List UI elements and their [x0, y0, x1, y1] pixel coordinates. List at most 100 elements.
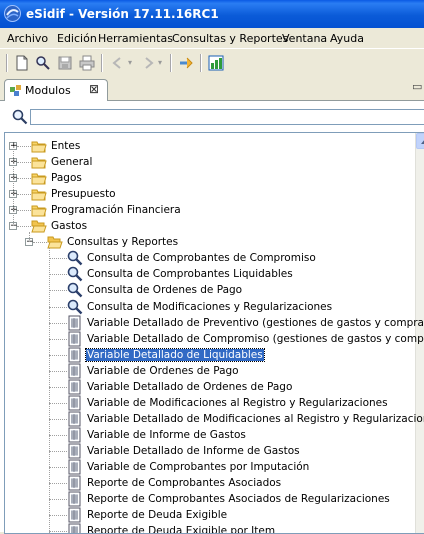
- tree-folder[interactable]: Consultas y Reportes: [66, 234, 179, 250]
- tree-connector: [49, 418, 67, 420]
- tree-item-label: Variable de Ordenes de Pago: [87, 364, 239, 377]
- tree-folder[interactable]: Gastos: [50, 218, 88, 234]
- tree-item[interactable]: Consulta de Ordenes de Pago: [86, 282, 243, 298]
- tree-item[interactable]: Variable Detallado de Compromiso (gestio…: [86, 331, 424, 347]
- tree-connector: [17, 210, 31, 212]
- save-icon[interactable]: [57, 55, 73, 71]
- tree-item[interactable]: Consulta de Comprobantes Liquidables: [86, 266, 294, 282]
- tree-connector: [49, 338, 67, 340]
- app-icon: [4, 5, 21, 22]
- tree-folder[interactable]: Presupuesto: [50, 186, 117, 202]
- tree-item[interactable]: Consulta de Modificaciones y Regularizac…: [86, 299, 333, 315]
- tree-item-label: Pagos: [51, 172, 82, 185]
- tree-folder[interactable]: Entes: [50, 138, 81, 154]
- tree-item-label: Variable Detallado de Liquidables: [85, 347, 265, 362]
- tree-item[interactable]: Variable de Informe de Gastos: [86, 427, 247, 443]
- toolbar-separator: [200, 54, 202, 72]
- tree-item-label: Variable de Informe de Gastos: [87, 428, 246, 441]
- report-icon: [67, 379, 83, 395]
- search-icon[interactable]: [35, 55, 51, 71]
- refresh-icon[interactable]: [178, 55, 194, 71]
- window-title: eSidif - Versión 17.11.16RC1: [26, 7, 219, 21]
- tree-item-label: Entes: [51, 140, 81, 152]
- menu-ventana[interactable]: Ventana: [282, 32, 327, 45]
- folder-icon: [31, 218, 47, 234]
- report-icon: [67, 459, 83, 475]
- tree-item-label: Variable Detallado de Modificaciones al …: [87, 412, 424, 425]
- tree-connector: [49, 402, 67, 404]
- report-icon: [67, 475, 83, 491]
- report-icon: [67, 427, 83, 443]
- menu-bar: Archivo Edición Herramientas Consultas y…: [0, 28, 424, 48]
- tree-item[interactable]: Reporte de Deuda Exigible por Item: [86, 523, 276, 534]
- tree-connector: [17, 194, 31, 196]
- tree-connector: [17, 178, 31, 180]
- report-icon: [67, 523, 83, 533]
- tree-item[interactable]: Variable Detallado de Preventivo (gestio…: [86, 315, 424, 331]
- tree-connector: [49, 306, 67, 308]
- scroll-up-button[interactable]: [416, 133, 424, 149]
- tree-connector: [13, 146, 14, 227]
- tree-connector: [33, 242, 47, 244]
- forward-icon[interactable]: [140, 55, 156, 71]
- tree-item-label: Consulta de Modificaciones y Regularizac…: [87, 300, 333, 313]
- tree-item-label: Reporte de Comprobantes Asociados: [87, 477, 282, 490]
- tree-folder[interactable]: General: [50, 154, 93, 170]
- menu-ayuda[interactable]: Ayuda: [330, 32, 364, 45]
- search-doc-icon: [67, 299, 83, 315]
- tree-item-label: Reporte de Deuda Exigible por Item: [87, 525, 276, 534]
- search-icon[interactable]: [12, 109, 28, 125]
- tree-item[interactable]: Variable de Modificaciones al Registro y…: [86, 395, 389, 411]
- report-icon: [67, 347, 83, 363]
- tree-item[interactable]: Reporte de Deuda Exigible: [86, 507, 228, 523]
- minimize-view-icon[interactable]: ▭: [412, 80, 422, 93]
- close-icon[interactable]: ⊠: [89, 82, 99, 96]
- tree-connector: [49, 290, 67, 292]
- window-titlebar[interactable]: eSidif - Versión 17.11.16RC1: [0, 0, 424, 28]
- tree-item-label: Gastos: [51, 220, 88, 233]
- tree-item-label: General: [51, 156, 93, 169]
- tab-label: Modulos: [25, 84, 71, 97]
- tree-item-label: Reporte de Deuda Exigible: [87, 509, 228, 522]
- tree-item[interactable]: Variable Detallado de Modificaciones al …: [86, 411, 424, 427]
- menu-herramientas[interactable]: Herramientas: [98, 32, 173, 45]
- tree-connector: [49, 499, 67, 501]
- tree-item[interactable]: Consulta de Comprobantes de Compromiso: [86, 250, 317, 266]
- report-icon: [67, 331, 83, 347]
- toolbar-separator: [6, 54, 8, 72]
- tree-connector: [49, 322, 67, 324]
- tree-connector: [17, 162, 31, 164]
- tree-connector: [49, 386, 67, 388]
- tree-connector: [49, 354, 67, 356]
- tree-item[interactable]: Variable Detallado de Liquidables: [85, 347, 265, 363]
- search-input[interactable]: [30, 109, 424, 125]
- tab-modulos[interactable]: Modulos ⊠: [4, 79, 108, 101]
- tree-item-label: Reporte de Comprobantes Asociados de Reg…: [87, 493, 390, 506]
- menu-consultas-reportes[interactable]: Consultas y Reportes: [172, 32, 288, 45]
- module-tree[interactable]: + Entes + General + Pagos + Presupuesto + Program…: [4, 132, 424, 534]
- tree-item[interactable]: Variable de Ordenes de Pago: [86, 363, 240, 379]
- tree-folder[interactable]: Pagos: [50, 170, 83, 186]
- tree-item[interactable]: Variable Detallado de Informe de Gastos: [86, 443, 301, 459]
- menu-edicion[interactable]: Edición: [57, 32, 97, 45]
- print-icon[interactable]: [79, 55, 95, 71]
- forward-dropdown-icon[interactable]: ▾: [158, 58, 162, 67]
- chart-icon[interactable]: [208, 55, 224, 71]
- back-dropdown-icon[interactable]: ▾: [128, 58, 132, 67]
- tree-item[interactable]: Reporte de Comprobantes Asociados de Reg…: [86, 491, 391, 507]
- menu-archivo[interactable]: Archivo: [7, 32, 48, 45]
- tree-item-label: Variable Detallado de Preventivo (gestio…: [87, 316, 424, 329]
- tree-item[interactable]: Reporte de Comprobantes Asociados: [86, 475, 282, 491]
- report-icon: [67, 315, 83, 331]
- new-document-icon[interactable]: [14, 55, 30, 71]
- folder-icon: [31, 138, 47, 154]
- tree-connector: [49, 274, 67, 276]
- tree-item[interactable]: Variable Detallado de Ordenes de Pago: [86, 379, 293, 395]
- tree-connector: [49, 515, 67, 517]
- tree-item[interactable]: Variable de Comprobantes por Imputación: [86, 459, 310, 475]
- tree-folder[interactable]: Programación Financiera: [50, 202, 182, 218]
- modules-panel: + Entes + General + Pagos + Presupuesto + Program…: [0, 101, 424, 534]
- tree-connector: [49, 248, 50, 533]
- tree-item-label: Programación Financiera: [51, 204, 181, 217]
- back-icon[interactable]: [110, 55, 126, 71]
